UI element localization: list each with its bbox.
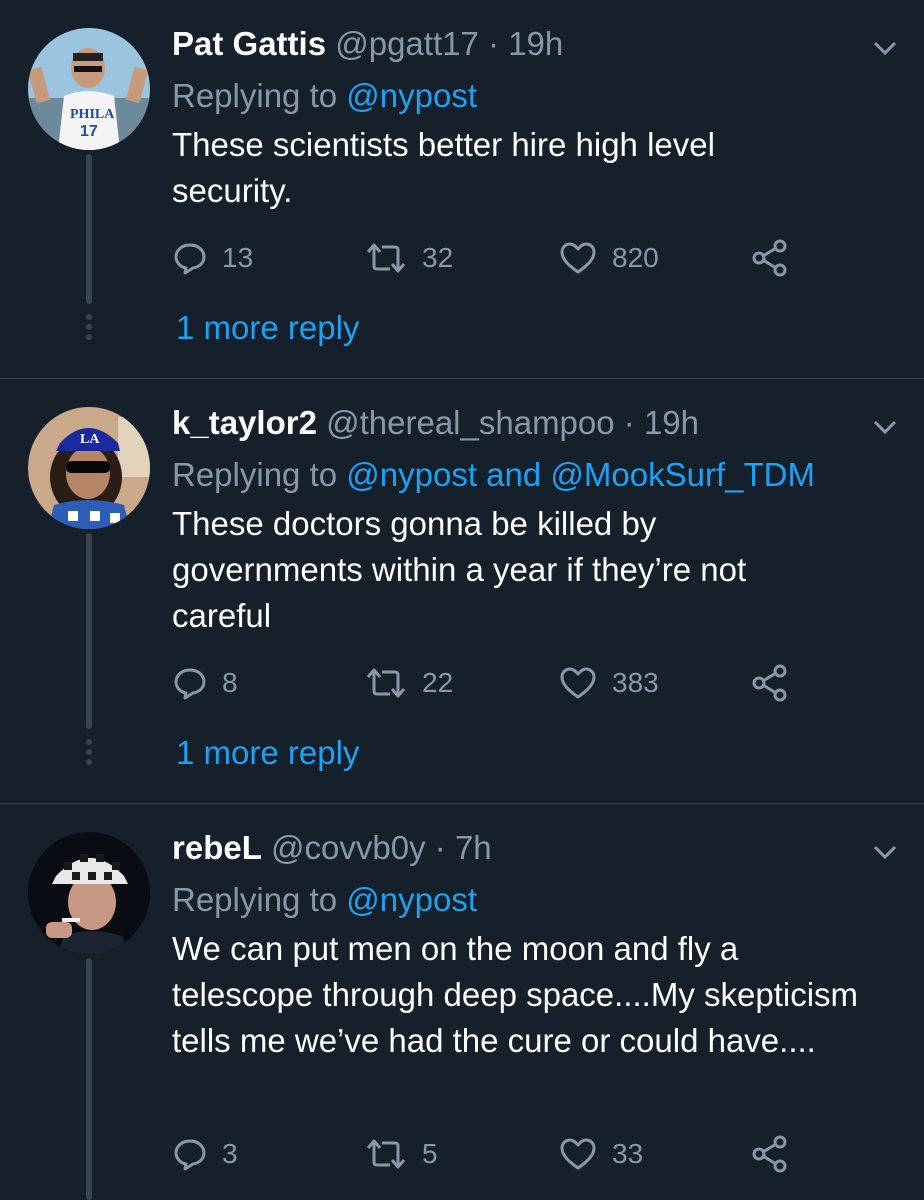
retweet-icon [366,243,406,273]
retweet-button[interactable]: 5 [364,1134,438,1174]
tweet-actions: 8 22 383 [172,663,812,703]
tweet-header: rebeL @covvb0y · 7h [172,829,492,866]
retweet-icon [366,1139,406,1169]
chevron-down-icon[interactable] [870,842,900,862]
like-count: 820 [612,242,659,273]
svg-text:PHILA: PHILA [70,107,115,122]
replying-label: Replying to [172,881,338,918]
svg-text:LA: LA [80,432,100,447]
thread-line [86,533,92,729]
handle[interactable]: @thereal_shampoo [326,404,615,441]
tweet-text: These scientists better hire high level … [172,126,715,209]
chevron-down-icon[interactable] [870,38,900,58]
retweet-count: 32 [422,242,454,273]
handle[interactable]: @covvb0y [271,829,426,866]
tweet[interactable]: rebeL @covvb0y · 7h Replying to @nypost … [0,804,924,1200]
tweet-header: k_taylor2 @thereal_shampoo · 19h [172,404,700,441]
avatar[interactable]: PHILA 17 [28,28,150,150]
share-icon [752,664,787,702]
svg-text:17: 17 [80,123,98,140]
handle[interactable]: @pgatt17 [335,25,479,62]
tweet-actions: 13 32 820 [172,238,812,278]
reply-icon [174,1139,206,1171]
timestamp[interactable]: 19h [508,25,563,62]
mention-link[interactable]: @nypost and @MookSurf_TDM [346,456,815,493]
display-name[interactable]: k_taylor2 [172,404,317,441]
share-icon [752,1135,787,1173]
reply-count: 8 [222,667,238,698]
replying-label: Replying to [172,456,338,493]
like-button[interactable]: 33 [558,1134,643,1174]
replying-label: Replying to [172,77,338,114]
tweet[interactable]: PHILA 17 Pat Gattis @pgatt17 · 19h Reply… [0,0,924,378]
reply-icon [174,243,206,275]
thread-dots [84,739,94,769]
like-count: 383 [612,667,659,698]
like-button[interactable]: 820 [558,238,659,278]
tweet-header: Pat Gattis @pgatt17 · 19h [172,25,564,62]
reply-button[interactable]: 8 [172,663,238,703]
more-reply-link[interactable]: 1 more reply [176,733,359,773]
like-icon [560,1138,596,1170]
like-icon [560,667,596,699]
mention-link[interactable]: @nypost [346,77,477,114]
thread-line [86,154,92,304]
replying-to: Replying to @nypost and @MookSurf_TDM [172,455,815,495]
share-button[interactable] [750,663,790,703]
share-button[interactable] [750,238,790,278]
like-icon [560,242,596,274]
like-button[interactable]: 383 [558,663,659,703]
display-name[interactable]: Pat Gattis [172,25,326,62]
tweet[interactable]: LA k_taylor2 @thereal_shampoo · 19h Repl… [0,379,924,803]
avatar[interactable] [28,832,150,954]
thread-dots [84,314,94,344]
replying-to: Replying to @nypost [172,76,477,116]
share-icon [752,239,787,277]
retweet-count: 5 [422,1138,438,1169]
chevron-down-icon[interactable] [870,417,900,437]
retweet-count: 22 [422,667,454,698]
retweet-button[interactable]: 22 [364,663,453,703]
retweet-button[interactable]: 32 [364,238,453,278]
tweet-actions: 3 5 33 [172,1134,812,1174]
reply-count: 13 [222,242,254,273]
reply-button[interactable]: 3 [172,1134,238,1174]
avatar[interactable]: LA [28,407,150,529]
more-reply-link[interactable]: 1 more reply [176,308,359,348]
reply-count: 3 [222,1138,238,1169]
mention-link[interactable]: @nypost [346,881,477,918]
tweet-text: These doctors gonna be killed by governm… [172,505,747,634]
retweet-icon [366,668,406,698]
thread-line [86,958,92,1200]
reply-button[interactable]: 13 [172,238,253,278]
timestamp[interactable]: 7h [455,829,492,866]
like-count: 33 [612,1138,644,1169]
share-button[interactable] [750,1134,790,1174]
tweet-text: We can put men on the moon and fly a tel… [172,930,859,1059]
reply-icon [174,668,206,700]
replying-to: Replying to @nypost [172,880,477,920]
display-name[interactable]: rebeL [172,829,262,866]
timestamp[interactable]: 19h [644,404,699,441]
